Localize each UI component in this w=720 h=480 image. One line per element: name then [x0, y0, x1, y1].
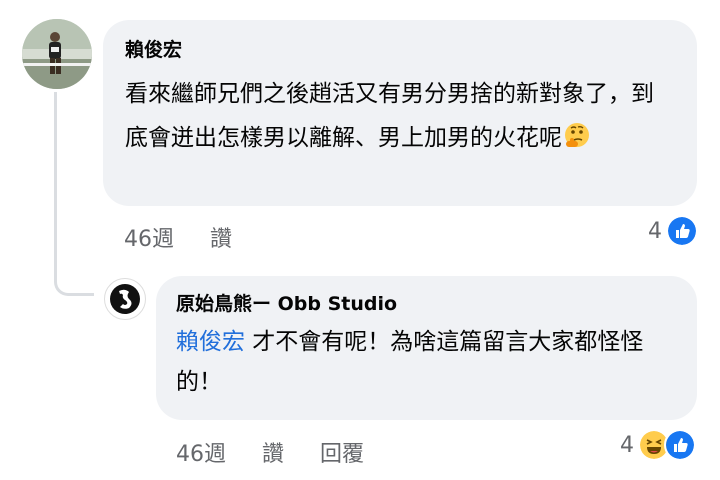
reply-timestamp[interactable]: 46週: [176, 436, 226, 468]
reaction-count: 4: [648, 218, 662, 244]
reply-text: 賴俊宏 才不會有呢！為啥這篇留言大家都怪怪的！: [176, 322, 677, 402]
comment-author[interactable]: 賴俊宏: [125, 36, 675, 64]
thread-connector-line: [54, 92, 94, 296]
like-reaction-icon: [664, 429, 696, 461]
reply-actions: 46週 讚 回覆: [176, 436, 364, 468]
comment-bubble: 賴俊宏 看來繼師兄們之後趙活又有男分男捨的新對象了，到底會迸出怎樣男以離解、男上…: [103, 20, 697, 206]
runner-photo-icon: [22, 19, 92, 89]
reaction-count: 4: [620, 432, 634, 458]
comment-timestamp[interactable]: 46週: [124, 221, 174, 253]
reply-button[interactable]: 回覆: [320, 436, 364, 468]
reaction-summary[interactable]: 4: [648, 215, 698, 247]
comment-actions: 46週 讚: [124, 221, 232, 253]
obb-logo-icon: [110, 284, 140, 314]
like-button[interactable]: 讚: [262, 436, 284, 468]
avatar[interactable]: [22, 19, 92, 89]
thinking-face-icon: [565, 123, 589, 147]
mention-link[interactable]: 賴俊宏: [176, 329, 245, 355]
reply-author[interactable]: 原始鳥熊ー Obb Studio: [176, 290, 677, 318]
comment-text: 看來繼師兄們之後趙活又有男分男捨的新對象了，到底會迸出怎樣男以離解、男上加男的火…: [125, 72, 675, 160]
reaction-summary[interactable]: 4: [620, 429, 696, 461]
studio-logo-avatar[interactable]: [104, 278, 146, 320]
like-reaction-icon: [666, 215, 698, 247]
like-button[interactable]: 讚: [210, 221, 232, 253]
reply-bubble: 原始鳥熊ー Obb Studio 賴俊宏 才不會有呢！為啥這篇留言大家都怪怪的！: [156, 276, 697, 420]
reply-body: 才不會有呢！為啥這篇留言大家都怪怪的！: [176, 329, 644, 395]
